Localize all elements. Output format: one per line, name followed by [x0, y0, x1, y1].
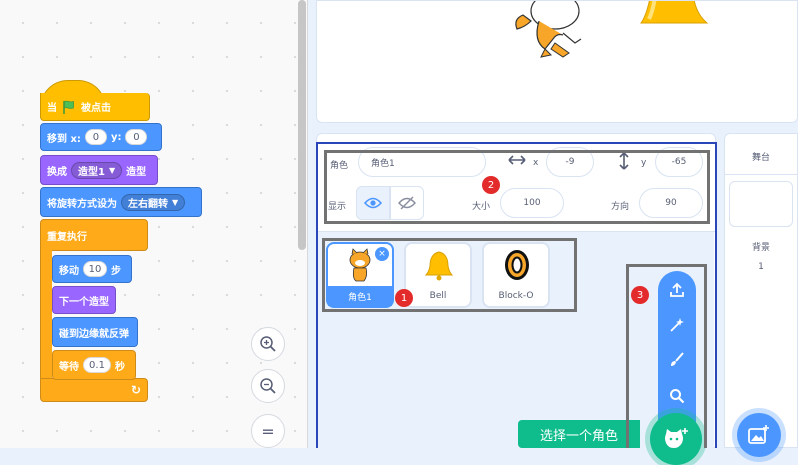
code-area[interactable]: 当 被点击 移到 x: 0 y: 0 换成 造型1 ▼ 造型 将旋转方式设为 左… [0, 0, 308, 448]
switch-costume-prefix: 换成 [47, 166, 67, 178]
bounce-on-edge-block[interactable]: 碰到边缘就反弹 [52, 317, 138, 347]
costume-dropdown-value: 造型1 [78, 166, 105, 178]
goto-label: 移到 x: [47, 133, 81, 145]
rotation-dropdown[interactable]: 左右翻转 ▼ [121, 193, 186, 211]
next-costume-block[interactable]: 下一个造型 [52, 286, 116, 314]
goto-y-input[interactable]: 0 [125, 129, 148, 145]
rotation-dropdown-value: 左右翻转 [128, 198, 168, 210]
stage-thumbnail[interactable] [729, 181, 793, 227]
annotation-box-sprite-info [324, 150, 710, 224]
chevron-down-icon: ▼ [108, 165, 116, 175]
move-steps-block[interactable]: 移动 10 步 [52, 255, 132, 283]
code-scrollbar[interactable] [298, 0, 306, 250]
chevron-down-icon: ▼ [172, 197, 179, 207]
stage-target-pane[interactable]: 舞台 背景 1 [724, 133, 798, 448]
stage-pane-title: 舞台 [751, 153, 770, 163]
cat-sprite-on-stage[interactable] [493, 0, 603, 63]
forever-bottom: ↻ [40, 378, 148, 402]
annotation-badge-2: 2 [482, 176, 500, 194]
wait-label: 等待 [59, 361, 79, 373]
when-flag-clicked-block[interactable]: 当 被点击 [40, 93, 150, 121]
forever-block[interactable]: 重复执行 [40, 219, 148, 251]
forever-c-arm [40, 250, 52, 380]
repeat-arrow-icon: ↻ [130, 383, 141, 397]
next-costume-label: 下一个造型 [59, 296, 109, 308]
when-flag-prefix: 当 [47, 103, 57, 114]
annotation-badge-1: 1 [395, 289, 413, 307]
wait-suffix: 秒 [115, 361, 125, 373]
zoom-reset-button[interactable]: = [251, 414, 285, 448]
forever-label: 重复执行 [47, 231, 87, 243]
wait-seconds-block[interactable]: 等待 0.1 秒 [52, 350, 136, 380]
move-suffix: 步 [111, 265, 121, 277]
goto-y-label: y: [110, 131, 122, 143]
zoom-out-button[interactable] [251, 369, 285, 403]
zoom-out-icon [260, 378, 276, 394]
move-label: 移动 [59, 265, 79, 277]
equals-icon: = [261, 421, 275, 441]
zoom-in-button[interactable] [251, 327, 285, 361]
green-flag-icon [61, 99, 77, 115]
when-flag-suffix: 被点击 [81, 103, 111, 114]
goto-xy-block[interactable]: 移到 x: 0 y: 0 [40, 123, 162, 151]
annotation-box-sprite-list [322, 238, 577, 312]
stage-canvas[interactable] [316, 0, 798, 123]
goto-x-input[interactable]: 0 [84, 129, 107, 145]
wait-seconds-input[interactable]: 0.1 [83, 357, 111, 373]
choose-backdrop-button[interactable] [737, 413, 781, 457]
bell-sprite-on-stage[interactable] [637, 0, 717, 33]
bounce-label: 碰到边缘就反弹 [59, 328, 129, 340]
switch-costume-suffix: 造型 [126, 166, 147, 178]
costume-dropdown[interactable]: 造型1 ▼ [71, 161, 123, 179]
backdrop-add-icon [748, 425, 769, 444]
switch-costume-block[interactable]: 换成 造型1 ▼ 造型 [40, 155, 158, 185]
backdrops-label: 背景 [751, 243, 770, 253]
move-steps-input[interactable]: 10 [83, 261, 107, 277]
zoom-in-icon [260, 336, 276, 352]
set-rotation-style-block[interactable]: 将旋转方式设为 左右翻转 ▼ [40, 187, 202, 217]
annotation-badge-3: 3 [631, 286, 649, 304]
stage-pane-divider [725, 174, 797, 175]
rotation-label: 将旋转方式设为 [47, 198, 117, 210]
backdrops-count: 1 [758, 262, 764, 272]
